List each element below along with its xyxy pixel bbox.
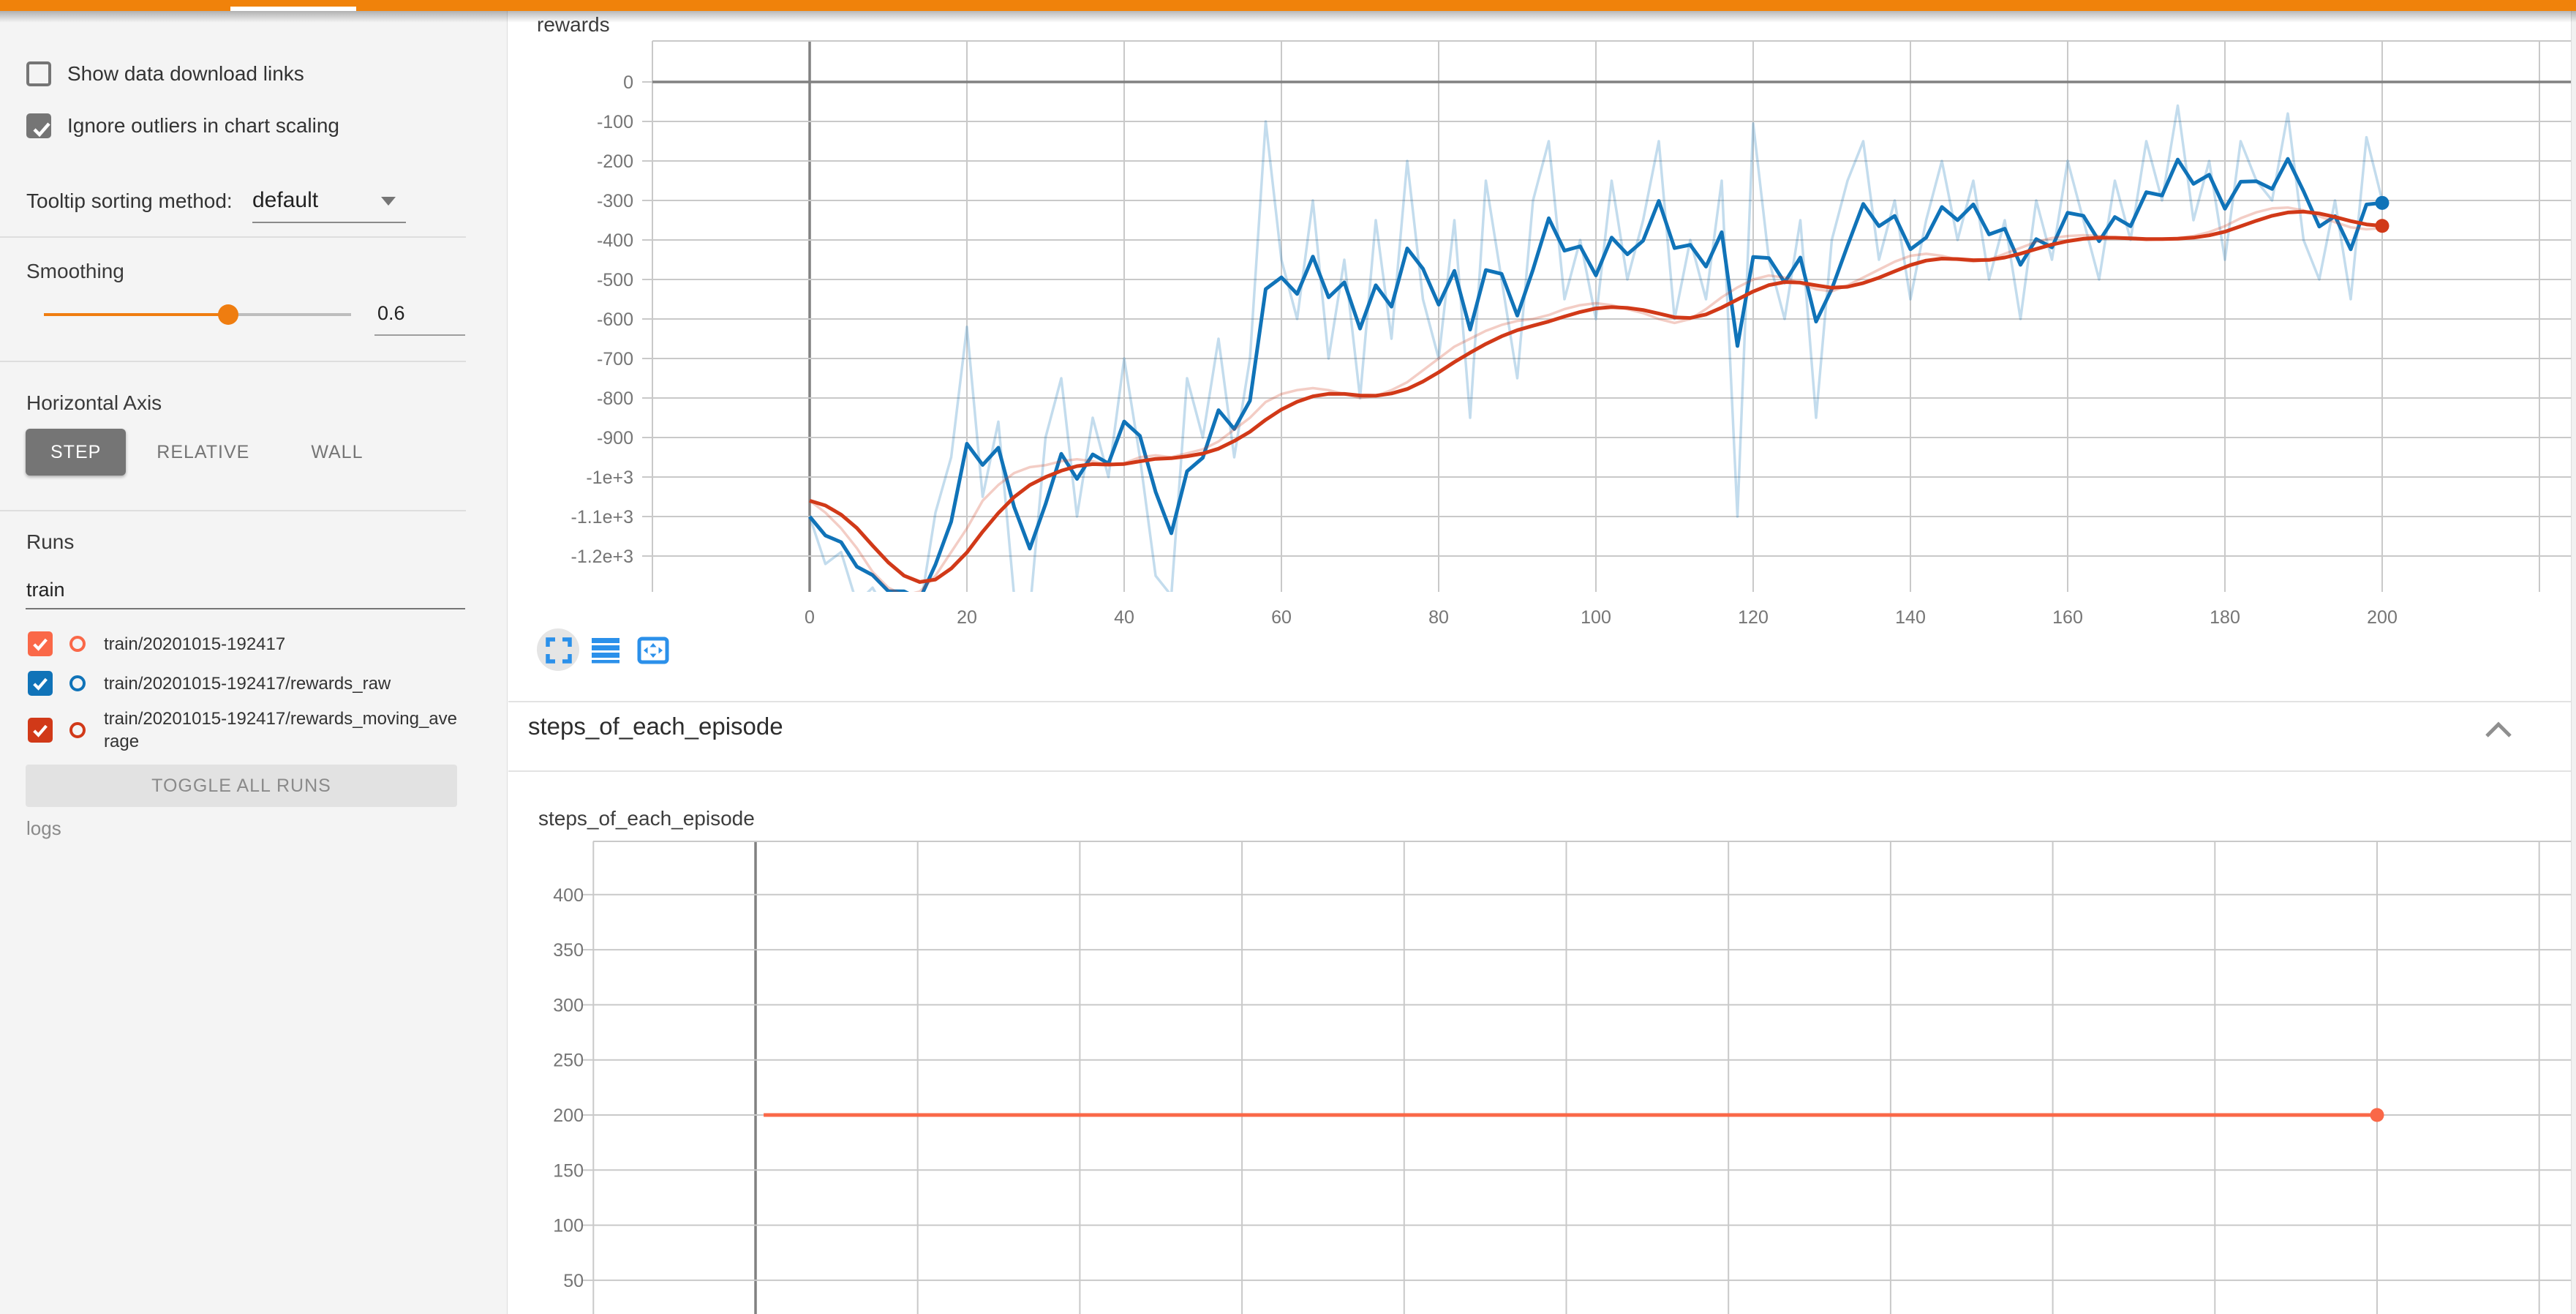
divider bbox=[0, 361, 466, 362]
run-checkbox[interactable] bbox=[28, 631, 53, 656]
slider-handle[interactable] bbox=[218, 304, 238, 325]
svg-text:-400: -400 bbox=[597, 230, 633, 251]
haxis-option-relative[interactable]: RELATIVE bbox=[126, 429, 280, 476]
svg-text:50: 50 bbox=[563, 1271, 584, 1291]
svg-text:100: 100 bbox=[1581, 607, 1611, 628]
checkbox[interactable] bbox=[26, 61, 51, 86]
svg-text:-600: -600 bbox=[597, 309, 633, 330]
run-checkbox[interactable] bbox=[28, 718, 53, 743]
svg-text:100: 100 bbox=[553, 1216, 584, 1236]
run-color-radio[interactable] bbox=[69, 722, 86, 738]
svg-text:120: 120 bbox=[1738, 607, 1769, 628]
run-row: train/20201015-192417/rewards_moving_ave… bbox=[28, 706, 459, 754]
run-row: train/20201015-192417/rewards_raw bbox=[28, 665, 459, 702]
svg-text:350: 350 bbox=[553, 940, 584, 961]
tooltip-sorting-dropdown[interactable]: default bbox=[252, 187, 406, 219]
svg-text:-300: -300 bbox=[597, 191, 633, 211]
steps_of_each_episode-plot: 400 350 300 250 200 150 100 50 bbox=[553, 841, 2576, 1314]
svg-text:300: 300 bbox=[553, 995, 584, 1015]
option-row: Show data download links bbox=[26, 61, 304, 87]
svg-text:-1.1e+3: -1.1e+3 bbox=[571, 507, 634, 528]
svg-text:-1e+3: -1e+3 bbox=[586, 468, 633, 488]
svg-text:400: 400 bbox=[553, 885, 584, 906]
svg-text:200: 200 bbox=[553, 1105, 584, 1126]
checkbox[interactable] bbox=[26, 113, 51, 138]
svg-text:-100: -100 bbox=[597, 112, 633, 132]
app-header-bar bbox=[0, 0, 2576, 11]
svg-text:20: 20 bbox=[957, 607, 977, 628]
smoothing-slider[interactable] bbox=[44, 303, 351, 326]
dropdown-underline bbox=[252, 222, 406, 223]
run-color-radio[interactable] bbox=[69, 675, 86, 691]
svg-text:-900: -900 bbox=[597, 428, 633, 448]
svg-text:0: 0 bbox=[623, 72, 633, 93]
svg-text:40: 40 bbox=[1114, 607, 1134, 628]
svg-text:150: 150 bbox=[553, 1160, 584, 1181]
svg-text:-700: -700 bbox=[597, 349, 633, 369]
svg-text:250: 250 bbox=[553, 1051, 584, 1071]
smoothing-value: 0.6 bbox=[374, 302, 465, 325]
svg-text:60: 60 bbox=[1271, 607, 1292, 628]
run-filter-input[interactable]: train bbox=[26, 574, 465, 609]
run-row: train/20201015-192417 bbox=[28, 626, 459, 662]
haxis-option-wall[interactable]: WALL bbox=[280, 429, 393, 476]
svg-text:160: 160 bbox=[2052, 607, 2083, 628]
horizontal-axis-selector: STEPRELATIVEWALL bbox=[26, 429, 393, 476]
runs-label: Runs bbox=[26, 530, 74, 554]
svg-text:140: 140 bbox=[1895, 607, 1926, 628]
option-label: Ignore outliers in chart scaling bbox=[67, 114, 339, 138]
haxis-option-step[interactable]: STEP bbox=[26, 429, 126, 476]
slider-fill bbox=[44, 313, 228, 316]
svg-text:-800: -800 bbox=[597, 388, 633, 409]
svg-text:80: 80 bbox=[1428, 607, 1449, 628]
run-filter-value: train bbox=[26, 579, 65, 601]
svg-text:180: 180 bbox=[2210, 607, 2240, 628]
vertical-scrollbar[interactable] bbox=[2571, 11, 2576, 1314]
svg-text:-200: -200 bbox=[597, 151, 633, 172]
chevron-down-icon bbox=[381, 197, 396, 206]
smoothing-label: Smoothing bbox=[26, 260, 124, 283]
active-tab-indicator bbox=[230, 7, 356, 11]
option-label: Show data download links bbox=[67, 62, 304, 86]
horizontal-axis-label: Horizontal Axis bbox=[26, 391, 162, 415]
svg-text:-500: -500 bbox=[597, 270, 633, 290]
run-color-radio[interactable] bbox=[69, 636, 86, 652]
run-label: train/20201015-192417/rewards_raw bbox=[104, 672, 459, 695]
run-label: train/20201015-192417 bbox=[104, 633, 459, 656]
divider bbox=[0, 510, 466, 511]
svg-text:200: 200 bbox=[2367, 607, 2398, 628]
rewards-plot: 0 -100 -200 -300 -400 -500 -600 -700 -800 -900 -1e… bbox=[571, 41, 2576, 628]
input-underline bbox=[26, 608, 465, 609]
settings-sidebar: Show data download links Ignore outliers … bbox=[0, 11, 508, 1314]
option-row: Ignore outliers in chart scaling bbox=[26, 113, 339, 139]
divider bbox=[0, 236, 466, 238]
tooltip-sorting-label: Tooltip sorting method: bbox=[26, 189, 233, 213]
logs-footer-label: logs bbox=[26, 817, 61, 840]
run-checkbox[interactable] bbox=[28, 671, 53, 696]
toggle-all-runs-button[interactable]: TOGGLE ALL RUNS bbox=[26, 765, 457, 807]
tooltip-sorting-value: default bbox=[252, 188, 318, 213]
smoothing-value-input[interactable]: 0.6 bbox=[374, 302, 465, 325]
run-label: train/20201015-192417/rewards_moving_ave… bbox=[104, 707, 459, 753]
svg-text:0: 0 bbox=[805, 607, 815, 628]
input-underline bbox=[374, 334, 465, 336]
svg-text:-1.2e+3: -1.2e+3 bbox=[571, 547, 634, 567]
